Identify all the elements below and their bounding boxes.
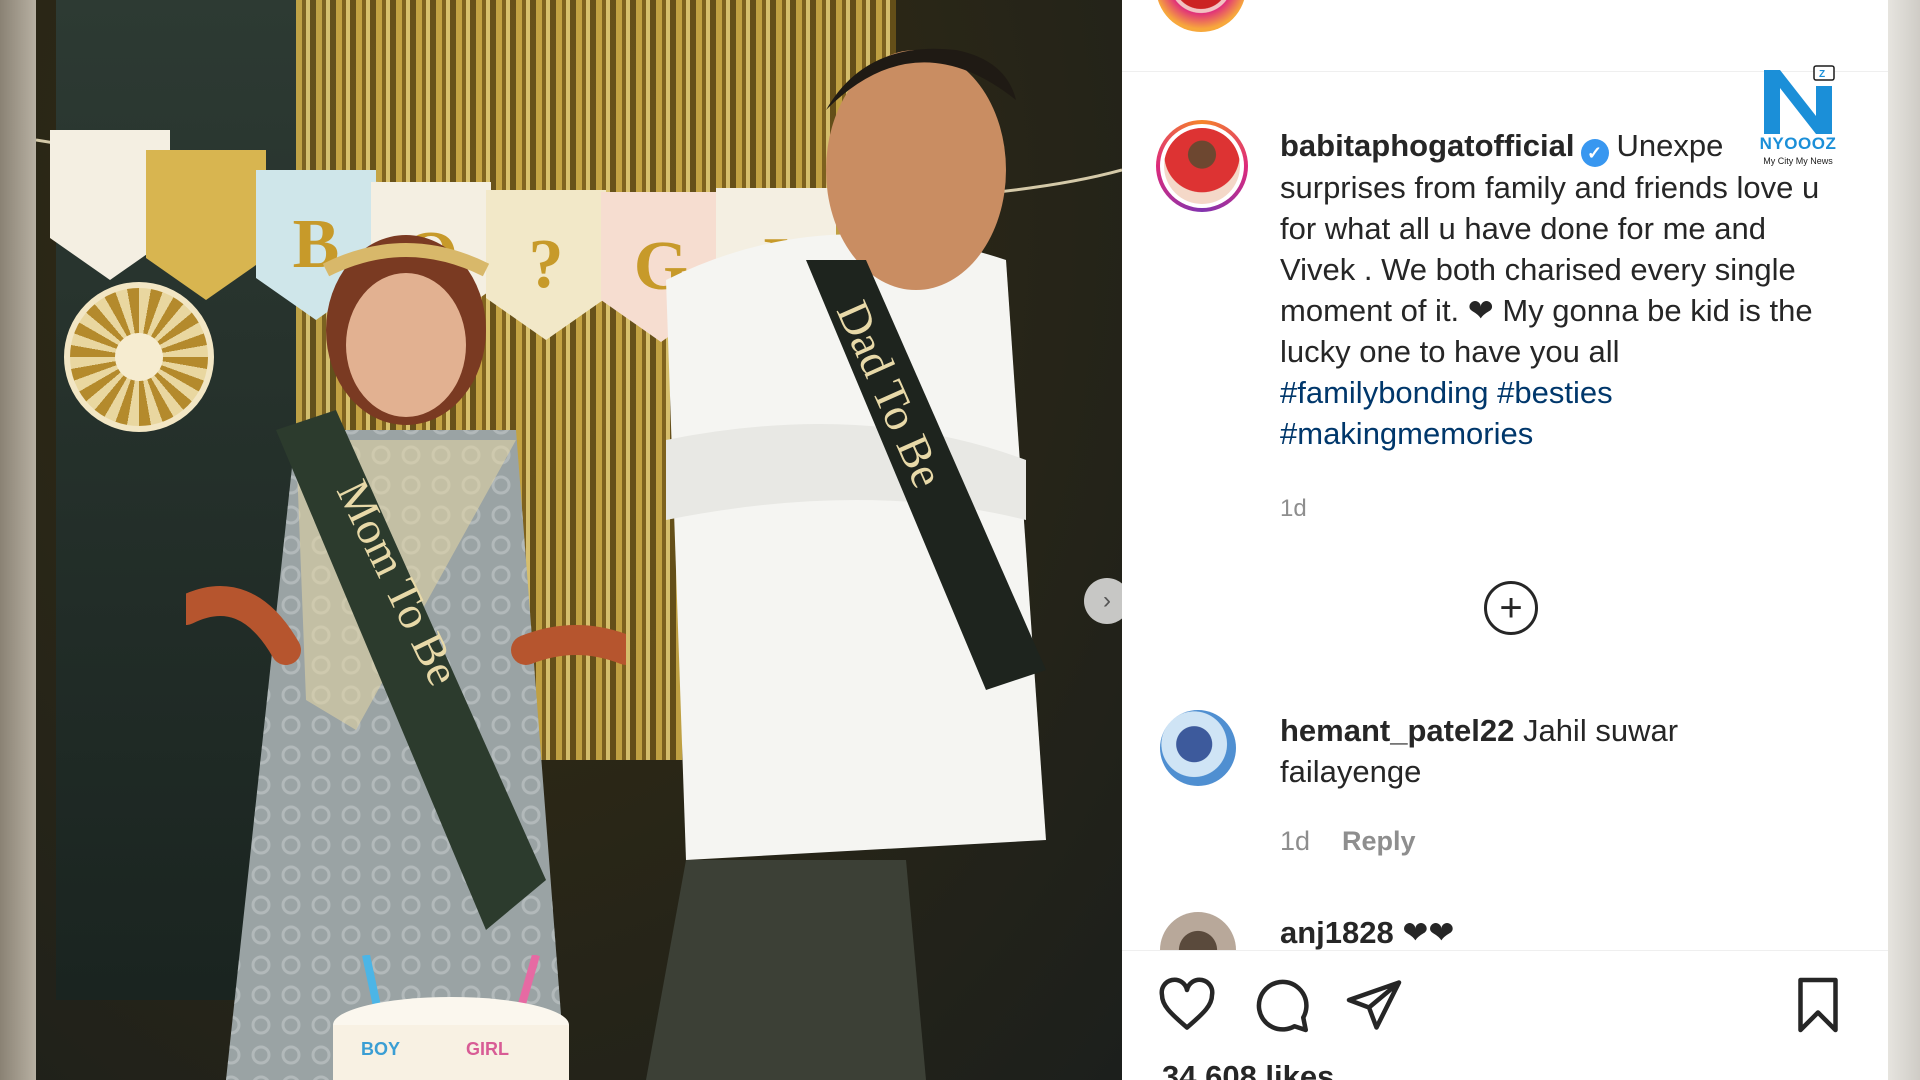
carousel-next-icon[interactable]: › [1084, 578, 1122, 624]
caption-username[interactable]: babitaphogatofficial [1280, 128, 1575, 163]
load-more-comments-icon[interactable]: + [1484, 581, 1538, 635]
post-actions-bar: 34,608 likes [1122, 950, 1888, 1080]
nyoooz-logo-mark: Z [1764, 65, 1835, 134]
hashtag-link[interactable]: #besties [1497, 375, 1612, 410]
likes-count[interactable]: 34,608 likes [1162, 1059, 1334, 1080]
video-frame-left-edge [0, 0, 36, 1080]
comment: anj1828 ❤❤ [1280, 912, 1800, 952]
comment-username[interactable]: anj1828 [1280, 915, 1394, 950]
header-avatar[interactable] [1156, 0, 1246, 32]
hashtag-link[interactable]: #makingmemories [1280, 416, 1533, 451]
photo-woman-figure: Mom To Be [186, 235, 626, 1080]
post-caption: babitaphogatofficial ✓ Unexpe surprises fr… [1280, 125, 1840, 454]
post-header-row [1122, 0, 1888, 72]
save-bookmark-icon[interactable] [1788, 975, 1848, 1035]
comment-meta: 1d Reply [1280, 826, 1416, 857]
nyoooz-logo: Z NYOOOZ My City My News [1752, 64, 1844, 172]
comment-text: ❤❤ [1402, 915, 1455, 950]
comment-timestamp: 1d [1280, 826, 1311, 856]
cake-text-boy: BOY [361, 1039, 400, 1059]
caption-avatar[interactable] [1156, 120, 1248, 212]
comment-username[interactable]: hemant_patel22 [1280, 713, 1514, 748]
logo-name: NYOOOZ [1759, 134, 1837, 153]
cake-text-girl: GIRL [466, 1039, 509, 1059]
comment-icon[interactable] [1252, 975, 1312, 1035]
video-frame-right-edge [1888, 0, 1920, 1080]
logo-tagline: My City My News [1763, 156, 1833, 166]
share-icon[interactable] [1344, 975, 1404, 1035]
caption-timestamp: 1d [1280, 495, 1307, 522]
post-photo[interactable]: B O ? G I Mom To Be [36, 0, 1122, 1080]
hashtag-link[interactable]: #familybonding [1280, 375, 1489, 410]
svg-text:Z: Z [1819, 69, 1825, 80]
comment: hemant_patel22 Jahil suwar failayenge [1280, 710, 1800, 792]
heart-icon[interactable] [1157, 975, 1217, 1035]
comment-avatar[interactable] [1160, 710, 1236, 786]
reply-button[interactable]: Reply [1342, 826, 1416, 856]
photo-man-figure: Dad To Be [646, 48, 1046, 1080]
caption-text: Unexpe surprises from family and friends… [1280, 128, 1820, 369]
photo-cake: BOY GIRL [333, 955, 569, 1080]
verified-badge-icon: ✓ [1580, 139, 1609, 167]
